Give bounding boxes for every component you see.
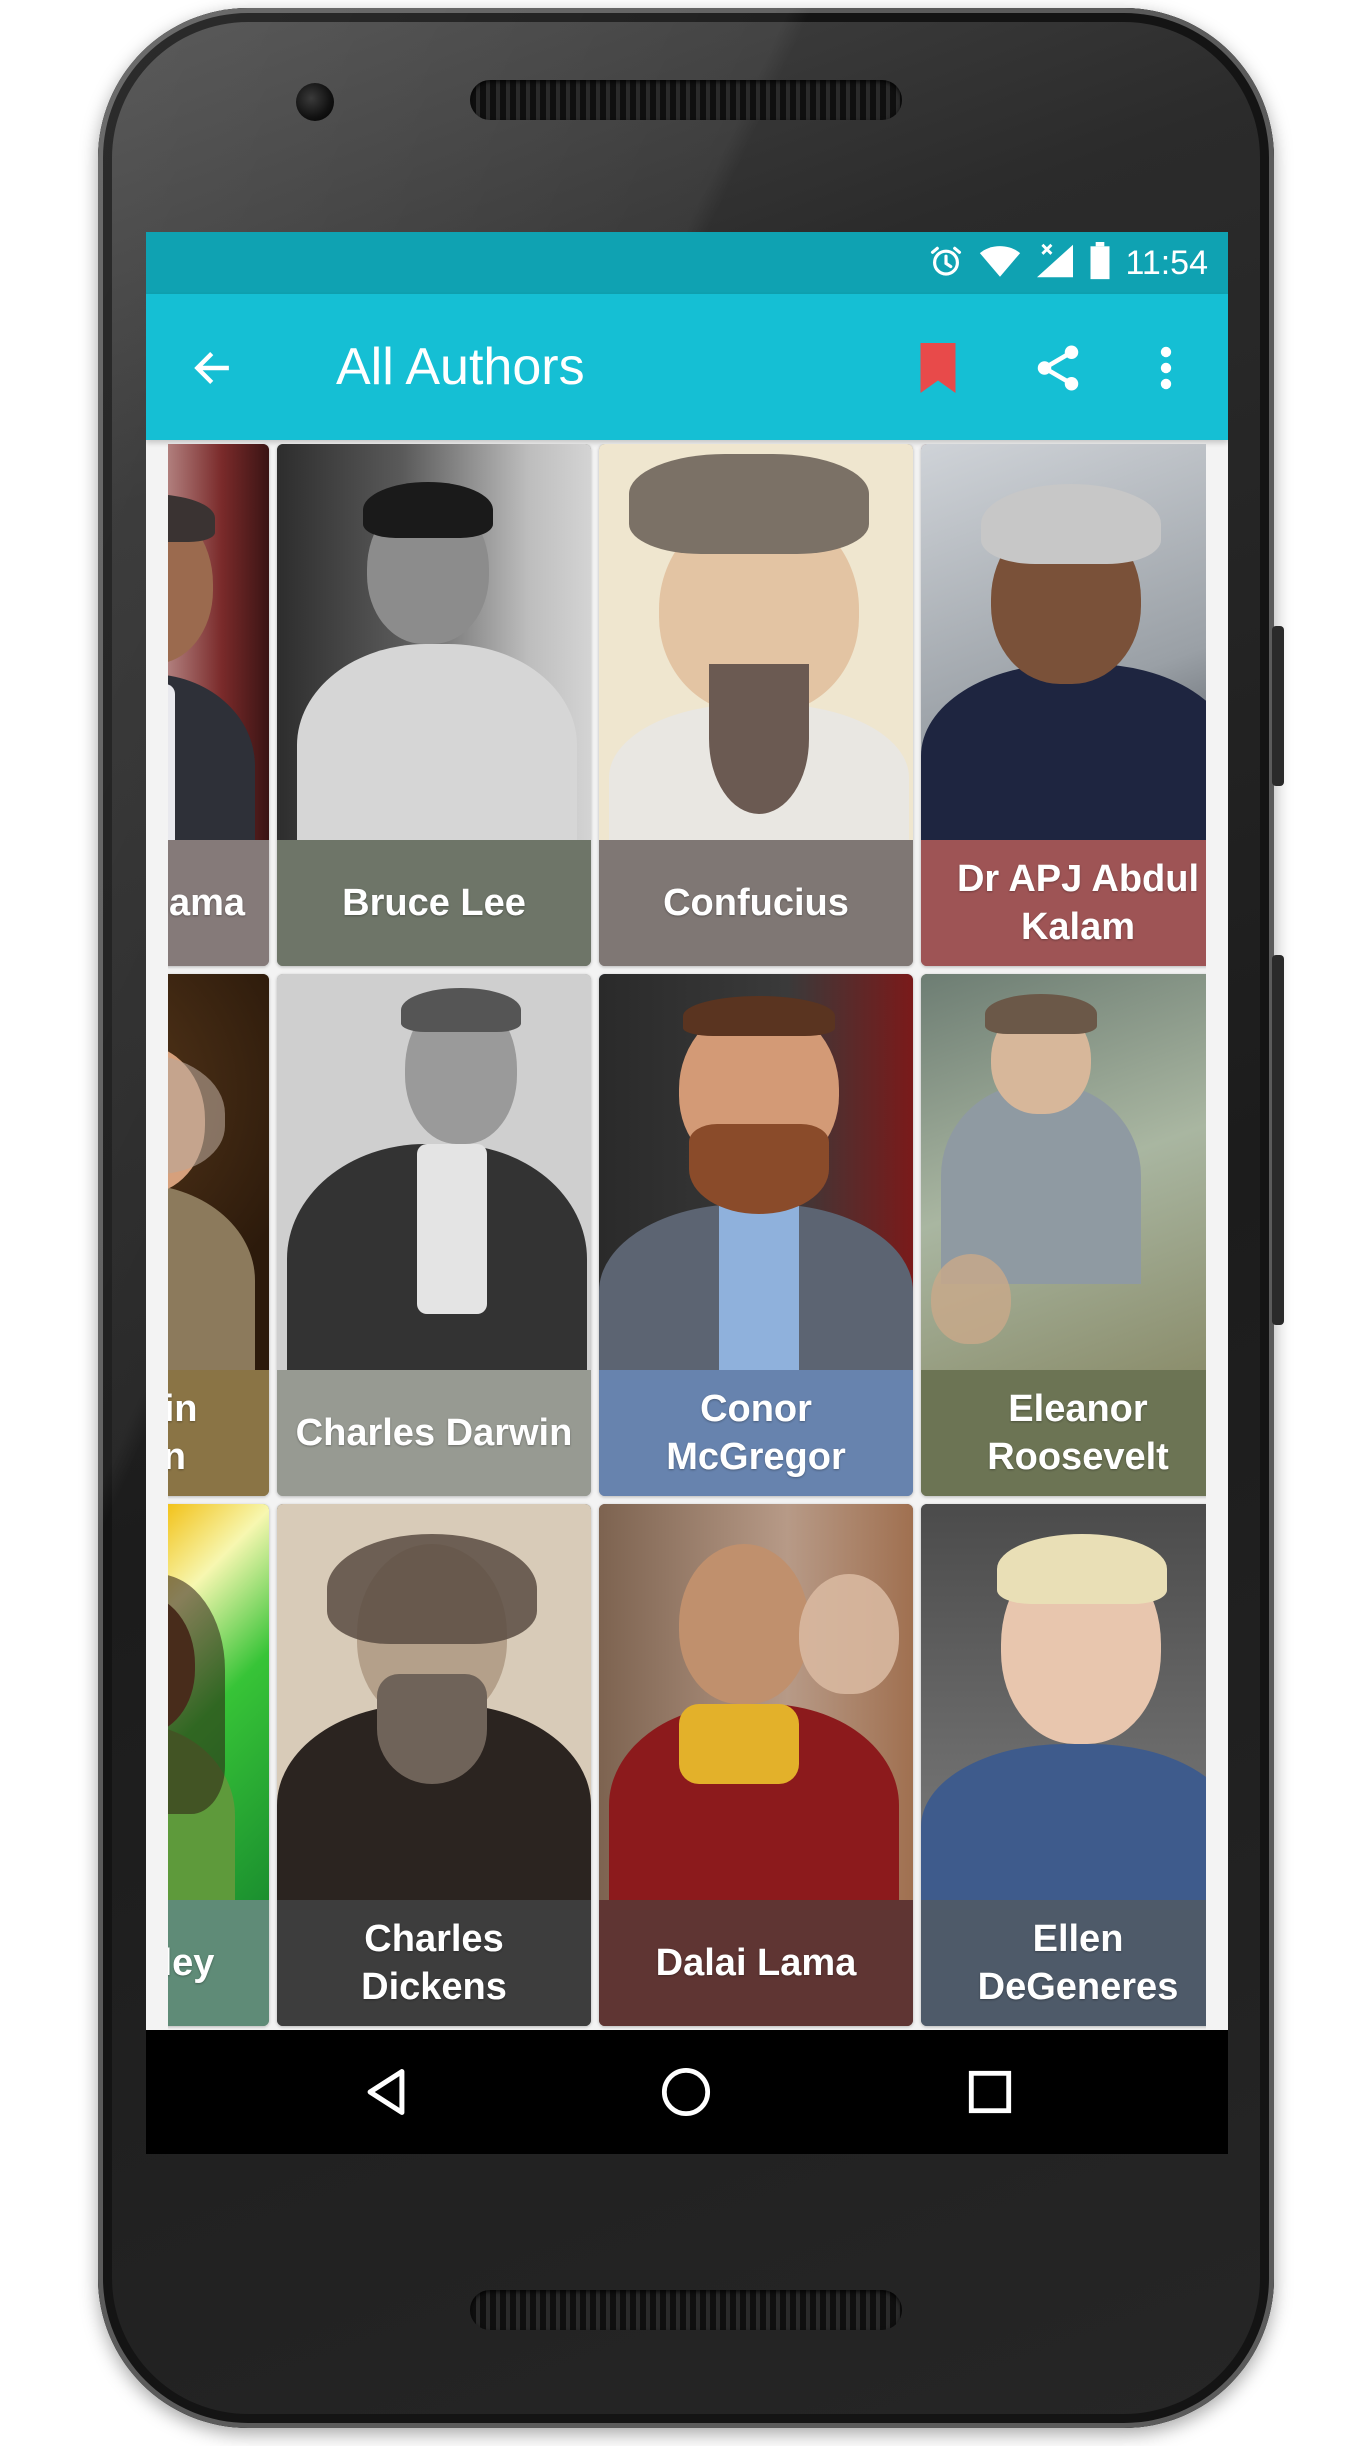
author-photo bbox=[921, 444, 1206, 840]
author-name: Charles Dickens bbox=[277, 1900, 591, 2026]
bookmark-icon bbox=[920, 343, 956, 393]
author-photo bbox=[921, 1504, 1206, 1900]
bottom-speaker bbox=[470, 2290, 902, 2330]
share-icon bbox=[1037, 345, 1079, 391]
author-photo bbox=[599, 444, 913, 840]
author-card[interactable]: Charles Darwin bbox=[277, 974, 591, 1496]
author-card[interactable]: Eleanor Roosevelt bbox=[921, 974, 1206, 1496]
author-photo bbox=[277, 444, 591, 840]
app-bar: All Authors bbox=[146, 294, 1228, 440]
author-photo bbox=[599, 1504, 913, 1900]
author-card[interactable]: Confucius bbox=[599, 444, 913, 966]
wifi-icon bbox=[979, 243, 1021, 284]
author-photo bbox=[599, 974, 913, 1370]
author-photo bbox=[168, 974, 269, 1370]
alarm-icon bbox=[927, 242, 965, 285]
front-camera bbox=[296, 83, 334, 121]
author-name: Eleanor Roosevelt bbox=[921, 1370, 1206, 1496]
more-vert-icon bbox=[1160, 346, 1172, 390]
author-card[interactable]: Benjamin Franklin bbox=[168, 974, 269, 1496]
authors-grid[interactable]: Barack Obama Bruce Lee bbox=[168, 444, 1206, 2154]
back-button[interactable] bbox=[182, 338, 242, 398]
page-title: All Authors bbox=[336, 338, 585, 396]
author-photo bbox=[168, 1504, 269, 1900]
author-card[interactable]: Conor McGregor bbox=[599, 974, 913, 1496]
author-name: Confucius bbox=[599, 840, 913, 966]
status-bar: 11:54 bbox=[146, 232, 1228, 294]
status-time: 11:54 bbox=[1125, 243, 1208, 282]
nav-home-button[interactable] bbox=[654, 2060, 718, 2124]
screen: 11:54 All Authors ama Bruce Lee Confuciu… bbox=[146, 232, 1228, 2154]
author-name: Bob Marley bbox=[168, 1900, 269, 2026]
nav-back-icon bbox=[367, 2069, 405, 2115]
nav-recents-icon bbox=[968, 2070, 1012, 2114]
nav-home-icon bbox=[661, 2067, 711, 2117]
volume-button bbox=[1272, 626, 1284, 786]
battery-icon bbox=[1089, 241, 1111, 285]
author-card[interactable]: Charles Dickens bbox=[277, 1504, 591, 2026]
author-card[interactable]: Dr APJ Abdul Kalam bbox=[921, 444, 1206, 966]
nav-back-button[interactable] bbox=[354, 2060, 418, 2124]
author-photo bbox=[921, 974, 1206, 1370]
bookmark-button[interactable] bbox=[908, 338, 968, 398]
author-name: Dalai Lama bbox=[599, 1900, 913, 2026]
author-photo bbox=[168, 444, 269, 840]
author-card[interactable]: Bob Marley bbox=[168, 1504, 269, 2026]
earpiece-speaker bbox=[470, 80, 902, 120]
author-name: Ellen DeGeneres bbox=[921, 1900, 1206, 2026]
author-photo bbox=[277, 974, 591, 1370]
author-photo bbox=[277, 1504, 591, 1900]
more-options-button[interactable] bbox=[1146, 336, 1186, 400]
author-name: Conor McGregor bbox=[599, 1370, 913, 1496]
author-card[interactable]: Ellen DeGeneres bbox=[921, 1504, 1206, 2026]
author-name: Barack Obama bbox=[168, 840, 269, 966]
navigation-bar bbox=[146, 2030, 1228, 2154]
share-button[interactable] bbox=[1026, 336, 1090, 400]
author-name: Dr APJ Abdul Kalam bbox=[921, 840, 1206, 966]
author-card[interactable]: Dalai Lama bbox=[599, 1504, 913, 2026]
signal-icon bbox=[1035, 243, 1075, 284]
author-name: Benjamin Franklin bbox=[168, 1370, 269, 1496]
author-name: Bruce Lee bbox=[277, 840, 591, 966]
back-arrow-icon bbox=[194, 352, 229, 384]
nav-recents-button[interactable] bbox=[958, 2060, 1022, 2124]
author-name: Charles Darwin bbox=[277, 1370, 591, 1496]
author-card[interactable]: Barack Obama bbox=[168, 444, 269, 966]
power-button bbox=[1272, 955, 1284, 1325]
author-card[interactable]: Bruce Lee bbox=[277, 444, 591, 966]
